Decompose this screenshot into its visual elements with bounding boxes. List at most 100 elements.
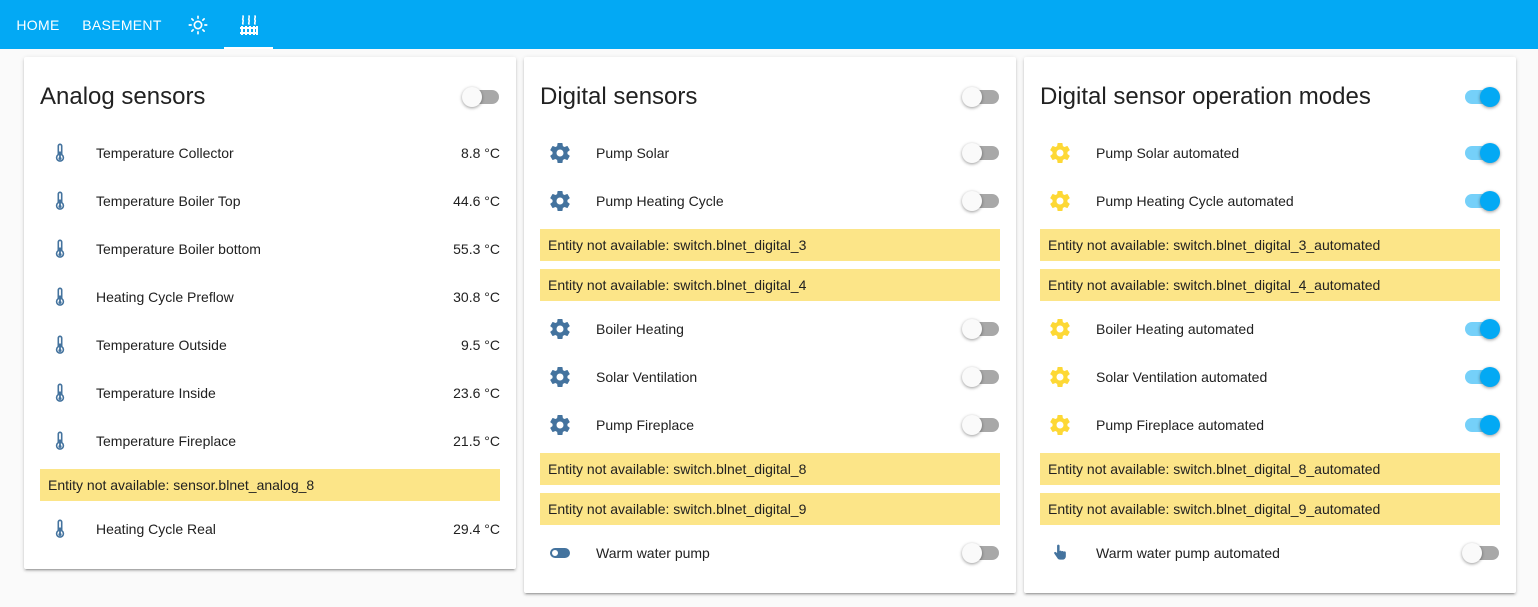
switch-row[interactable]: Solar Ventilation (540, 357, 1000, 397)
thermometer-icon (40, 133, 80, 173)
switch-toggle[interactable] (1462, 142, 1500, 164)
sensor-label: Heating Cycle Real (96, 521, 216, 537)
thermometer-icon (40, 229, 80, 269)
sensor-value: 8.8 °C (460, 145, 500, 161)
thermometer-icon (40, 421, 80, 461)
entity-warning: Entity not available: switch.blnet_digit… (1040, 269, 1500, 301)
switch-label: Pump Solar (596, 145, 670, 161)
switch-label: Pump Fireplace (596, 417, 695, 433)
sensor-label: Temperature Fireplace (96, 433, 237, 449)
switch-label: Warm water pump automated (1096, 545, 1280, 561)
sensor-value: 9.5 °C (460, 337, 500, 353)
switch-toggle[interactable] (1462, 414, 1500, 436)
sensor-row[interactable]: Heating Cycle Real 29.4 °C (40, 509, 500, 549)
cog-icon (1040, 405, 1080, 445)
sensor-row[interactable]: Temperature Boiler bottom 55.3 °C (40, 229, 500, 269)
sensor-row[interactable]: Temperature Fireplace 21.5 °C (40, 421, 500, 461)
cog-icon (540, 181, 580, 221)
digital-sensors-card: Digital sensors Pump Solar Pump Heating … (524, 57, 1016, 593)
switch-row[interactable]: Boiler Heating (540, 309, 1000, 349)
switch-row[interactable]: Pump Solar (540, 133, 1000, 173)
switch-row[interactable]: Pump Fireplace (540, 405, 1000, 445)
entity-warning: Entity not available: sensor.blnet_analo… (40, 469, 500, 501)
sensor-value: 21.5 °C (453, 433, 500, 449)
sensor-row[interactable]: Temperature Outside 9.5 °C (40, 325, 500, 365)
tab-home[interactable]: HOME (0, 0, 76, 49)
sensor-label: Temperature Collector (96, 145, 234, 161)
switch-label: Solar Ventilation automated (1096, 369, 1268, 385)
sensor-row[interactable]: Temperature Boiler Top 44.6 °C (40, 181, 500, 221)
tab-basement-label: BASEMENT (82, 16, 162, 33)
switch-row[interactable]: Warm water pump automated (1040, 533, 1500, 573)
sensor-label: Temperature Inside (96, 385, 216, 401)
switch-toggle[interactable] (962, 542, 1000, 564)
cog-icon (1040, 309, 1080, 349)
switch-toggle[interactable] (962, 318, 1000, 340)
entity-warning: Entity not available: switch.blnet_digit… (540, 453, 1000, 485)
switch-toggle[interactable] (962, 142, 1000, 164)
thermometer-icon (40, 181, 80, 221)
cog-icon (540, 309, 580, 349)
switch-row[interactable]: Solar Ventilation automated (1040, 357, 1500, 397)
switch-label: Pump Heating Cycle automated (1096, 193, 1294, 209)
tab-heating[interactable] (224, 0, 273, 49)
thermometer-icon (40, 509, 80, 549)
entity-warning: Entity not available: switch.blnet_digit… (1040, 493, 1500, 525)
switch-toggle[interactable] (1462, 190, 1500, 212)
sensor-value: 44.6 °C (453, 193, 500, 209)
modes-header-toggle[interactable] (1462, 86, 1500, 108)
switch-row[interactable]: Pump Solar automated (1040, 133, 1500, 173)
switch-label: Boiler Heating (596, 321, 684, 337)
hand-pointer-icon (1040, 533, 1080, 573)
switch-toggle[interactable] (1462, 318, 1500, 340)
switch-toggle[interactable] (962, 414, 1000, 436)
cog-icon (1040, 181, 1080, 221)
cog-icon (540, 405, 580, 445)
sensor-row[interactable]: Temperature Inside 23.6 °C (40, 373, 500, 413)
card-title: Digital sensor operation modes (1040, 83, 1371, 110)
tab-home-label: HOME (16, 16, 60, 33)
switch-label: Pump Heating Cycle (596, 193, 724, 209)
sensor-label: Heating Cycle Preflow (96, 289, 234, 305)
toggle-switch-icon (540, 533, 580, 573)
entity-warning: Entity not available: switch.blnet_digit… (1040, 229, 1500, 261)
switch-label: Warm water pump (596, 545, 710, 561)
switch-label: Pump Solar automated (1096, 145, 1240, 161)
switch-row[interactable]: Pump Fireplace automated (1040, 405, 1500, 445)
thermometer-icon (40, 277, 80, 317)
sensor-row[interactable]: Temperature Collector 8.8 °C (40, 133, 500, 173)
cog-icon (540, 357, 580, 397)
sun-icon (188, 14, 208, 35)
operation-modes-card: Digital sensor operation modes Pump Sola… (1024, 57, 1516, 593)
switch-toggle[interactable] (1462, 542, 1500, 564)
sensor-value: 30.8 °C (453, 289, 500, 305)
entity-warning: Entity not available: switch.blnet_digit… (540, 229, 1000, 261)
analog-header-toggle[interactable] (462, 86, 500, 108)
heating-icon (239, 14, 258, 35)
entity-warning: Entity not available: switch.blnet_digit… (540, 493, 1000, 525)
tab-basement[interactable]: BASEMENT (76, 0, 168, 49)
digital-header-toggle[interactable] (962, 86, 1000, 108)
analog-sensors-card: Analog sensors Temperature Collector 8.8… (24, 57, 516, 569)
switch-toggle[interactable] (962, 190, 1000, 212)
switch-row[interactable]: Boiler Heating automated (1040, 309, 1500, 349)
switch-row[interactable]: Pump Heating Cycle automated (1040, 181, 1500, 221)
cog-icon (540, 133, 580, 173)
sensor-label: Temperature Boiler bottom (96, 241, 261, 257)
top-app-bar: HOME BASEMENT (0, 0, 1538, 49)
switch-label: Pump Fireplace automated (1096, 417, 1265, 433)
tab-sun[interactable] (173, 0, 223, 49)
thermometer-icon (40, 325, 80, 365)
switch-label: Boiler Heating automated (1096, 321, 1254, 337)
switch-row[interactable]: Pump Heating Cycle (540, 181, 1000, 221)
sensor-label: Temperature Outside (96, 337, 227, 353)
card-title: Analog sensors (40, 83, 206, 110)
sensor-value: 23.6 °C (453, 385, 500, 401)
switch-row[interactable]: Warm water pump (540, 533, 1000, 573)
switch-toggle[interactable] (962, 366, 1000, 388)
sensor-row[interactable]: Heating Cycle Preflow 30.8 °C (40, 277, 500, 317)
thermometer-icon (40, 373, 80, 413)
entity-warning: Entity not available: switch.blnet_digit… (540, 269, 1000, 301)
switch-toggle[interactable] (1462, 366, 1500, 388)
entity-warning: Entity not available: switch.blnet_digit… (1040, 453, 1500, 485)
